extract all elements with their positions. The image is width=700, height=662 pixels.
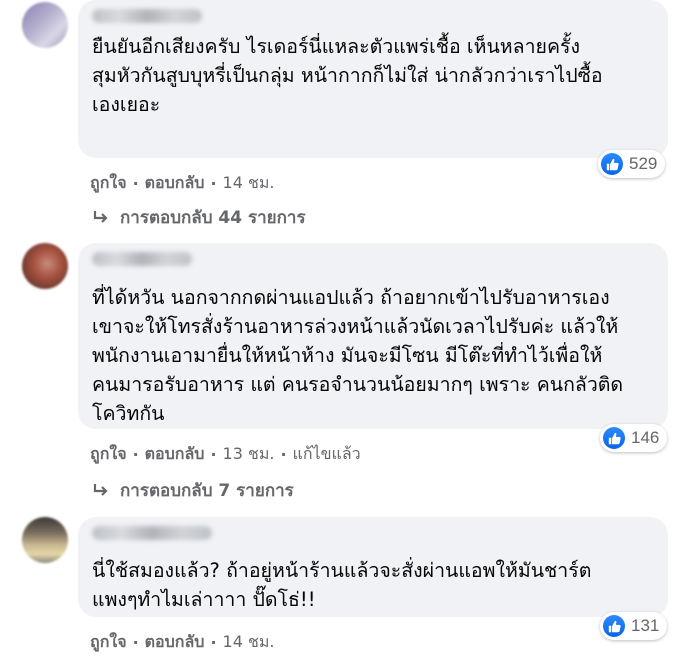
replies-count-label: การตอบกลับ 44 รายการ <box>120 208 306 228</box>
reaction-summary[interactable]: 146 <box>600 424 668 452</box>
comment-time[interactable]: 14 ชม. <box>223 171 275 196</box>
comment-time[interactable]: 14 ชม. <box>223 630 275 655</box>
comment-time[interactable]: 13 ชม. <box>223 442 275 467</box>
comment-actions: ถูกใจ · ตอบกลับ · 14 ชม. <box>90 630 274 655</box>
separator-dot: · <box>132 174 139 193</box>
avatar[interactable] <box>22 517 68 563</box>
comment-actions: ถูกใจ · ตอบกลับ · 13 ชม. · แก้ไขแล้ว <box>90 442 361 467</box>
reply-link[interactable]: ตอบกลับ <box>145 171 205 196</box>
reply-link[interactable]: ตอบกลับ <box>145 442 205 467</box>
separator-dot: · <box>132 633 139 652</box>
thumbs-up-icon <box>601 153 623 175</box>
reaction-summary[interactable]: 131 <box>600 612 668 640</box>
separator-dot: · <box>210 633 217 652</box>
edited-label[interactable]: แก้ไขแล้ว <box>293 442 361 467</box>
reaction-summary[interactable]: 529 <box>598 150 666 178</box>
separator-dot: · <box>210 174 217 193</box>
comment-bubble: ยืนยันอีกเสียงครับ ไรเดอร์นี่แหละตัวแพร่… <box>78 0 668 178</box>
comment-text: ยืนยันอีกเสียงครับ ไรเดอร์นี่แหละตัวแพร่… <box>92 35 603 116</box>
thumbs-up-icon <box>603 615 625 637</box>
like-link[interactable]: ถูกใจ <box>90 171 127 196</box>
view-replies-link[interactable]: การตอบกลับ 44 รายการ <box>92 204 306 231</box>
separator-dot: · <box>210 445 217 464</box>
like-link[interactable]: ถูกใจ <box>90 630 127 655</box>
reply-arrow-icon <box>93 483 108 496</box>
reaction-count: 131 <box>631 616 660 635</box>
avatar[interactable] <box>22 243 68 289</box>
reaction-count: 529 <box>629 154 658 173</box>
reaction-count: 146 <box>631 428 660 447</box>
comment-text: นี่ใช้สมองแล้ว? ถ้าอยู่หน้าร้านแล้วจะสั่… <box>92 559 592 611</box>
separator-dot: · <box>280 445 287 464</box>
author-name-blurred[interactable] <box>92 526 212 540</box>
reply-link[interactable]: ตอบกลับ <box>145 630 205 655</box>
replies-count-label: การตอบกลับ 7 รายการ <box>120 481 294 501</box>
comment-bubble: นี่ใช้สมองแล้ว? ถ้าอยู่หน้าร้านแล้วจะสั่… <box>78 517 668 640</box>
comment-bubble: ที่ได้หวัน นอกจากกดผ่านแอปแล้ว ถ้าอยากเข… <box>78 243 668 452</box>
comment-actions: ถูกใจ · ตอบกลับ · 14 ชม. <box>90 171 274 196</box>
thumbs-up-icon <box>603 427 625 449</box>
separator-dot: · <box>132 445 139 464</box>
avatar[interactable] <box>22 2 68 48</box>
like-link[interactable]: ถูกใจ <box>90 442 127 467</box>
comment-text: ที่ได้หวัน นอกจากกดผ่านแอปแล้ว ถ้าอยากเข… <box>92 286 624 425</box>
author-name-blurred[interactable] <box>92 9 202 23</box>
author-name-blurred[interactable] <box>92 252 192 266</box>
reply-arrow-icon <box>93 210 108 223</box>
view-replies-link[interactable]: การตอบกลับ 7 รายการ <box>92 477 294 504</box>
